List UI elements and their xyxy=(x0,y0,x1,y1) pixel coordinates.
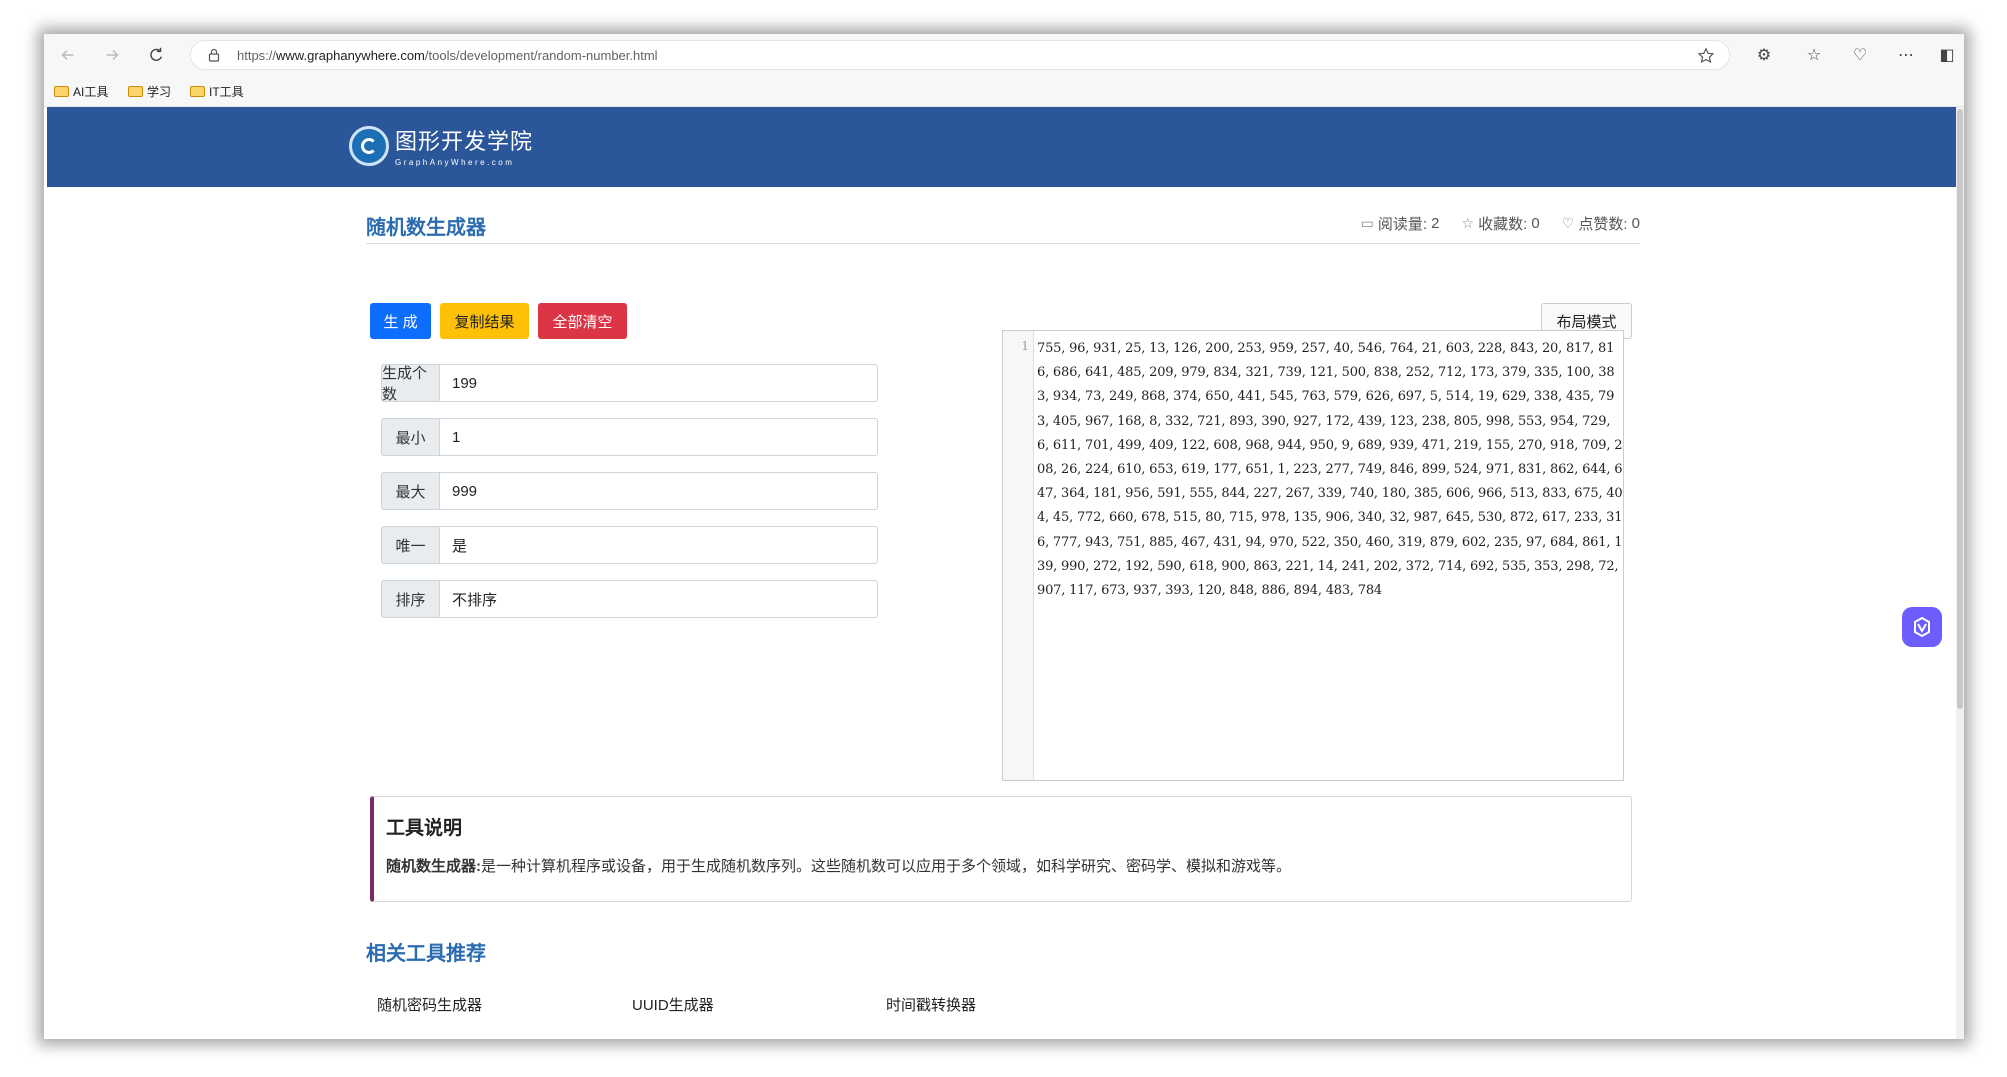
field-label: 排序 xyxy=(381,580,439,618)
field-label: 最小 xyxy=(381,418,439,456)
reload-button[interactable] xyxy=(142,42,170,68)
book-icon: ▭ xyxy=(1360,215,1374,231)
favorites-stat[interactable]: ☆ 收藏数: 0 xyxy=(1462,213,1540,234)
count-input[interactable]: 199 xyxy=(439,364,878,402)
page-stats: ▭ 阅读量: 2 ☆ 收藏数: 0 ♡ 点赞数: 0 xyxy=(1339,213,1640,234)
favorite-star-icon[interactable] xyxy=(1697,47,1715,65)
line-number: 1 xyxy=(1021,339,1029,353)
page-content: 图形开发学院 GraphAnyWhere.com 随机数生成器 ▭ 阅读量: 2 … xyxy=(44,107,1964,1039)
browser-window: https://www.graphanywhere.com/tools/deve… xyxy=(44,34,1964,1039)
reads-stat: ▭ 阅读量: 2 xyxy=(1360,215,1440,233)
folder-icon xyxy=(54,86,69,97)
site-name: 图形开发学院 xyxy=(395,130,534,155)
back-arrow-icon xyxy=(61,49,74,61)
unique-select[interactable]: 是 xyxy=(439,526,878,564)
likes-stat[interactable]: ♡ 点赞数: 0 xyxy=(1562,213,1640,234)
more-menu-icon[interactable]: ⋯ xyxy=(1896,45,1916,65)
site-name-en: GraphAnyWhere.com xyxy=(395,158,515,167)
folder-icon xyxy=(128,86,143,97)
related-tool-link[interactable]: 随机密码生成器 xyxy=(377,994,482,1015)
heart-icon: ♡ xyxy=(1561,215,1575,231)
folder-icon xyxy=(190,86,205,97)
extensions-icon[interactable]: ⚙ xyxy=(1754,45,1774,65)
browser-toolbar: https://www.graphanywhere.com/tools/deve… xyxy=(44,34,1964,76)
related-tool-link[interactable]: 时间戳转换器 xyxy=(886,994,976,1015)
result-text[interactable]: 755, 96, 931, 25, 13, 126, 200, 253, 959… xyxy=(1037,337,1623,603)
sort-field: 排序 不排序 xyxy=(381,580,878,618)
description-heading: 工具说明 xyxy=(386,818,463,839)
editor-gutter: 1 xyxy=(1003,331,1034,780)
result-editor[interactable]: 1 755, 96, 931, 25, 13, 126, 200, 253, 9… xyxy=(1002,330,1624,781)
tool-description: 工具说明 随机数生成器:是一种计算机程序或设备，用于生成随机数序列。这些随机数可… xyxy=(370,796,1632,902)
site-header: 图形开发学院 GraphAnyWhere.com xyxy=(47,107,1956,187)
field-label: 生成个数 xyxy=(381,364,439,403)
bookmark-study[interactable]: 学习 xyxy=(128,83,171,100)
bookmarks-bar: AI工具 学习 IT工具 xyxy=(44,76,1964,107)
bookmark-it-tools[interactable]: IT工具 xyxy=(190,83,244,100)
address-bar[interactable]: https://www.graphanywhere.com/tools/deve… xyxy=(190,40,1730,70)
title-row: 随机数生成器 ▭ 阅读量: 2 ☆ 收藏数: 0 ♡ 点赞数: 0 xyxy=(366,207,1640,244)
page-title: 随机数生成器 xyxy=(366,217,486,239)
copy-result-button[interactable]: 复制结果 xyxy=(440,303,529,339)
scrollbar[interactable] xyxy=(1956,107,1964,1039)
min-field: 最小 1 xyxy=(381,418,878,456)
min-input[interactable]: 1 xyxy=(439,418,878,456)
reload-icon xyxy=(150,47,163,61)
sidebar-toggle-icon[interactable]: ◧ xyxy=(1937,45,1957,65)
star-icon: ☆ xyxy=(1461,215,1475,231)
bookmark-ai-tools[interactable]: AI工具 xyxy=(54,83,108,100)
related-tool-link[interactable]: UUID生成器 xyxy=(632,994,714,1015)
browser-essentials-icon[interactable]: ♡ xyxy=(1850,45,1870,65)
favorites-icon[interactable]: ☆ xyxy=(1804,45,1824,65)
max-field: 最大 999 xyxy=(381,472,878,510)
assistant-icon xyxy=(1914,616,1930,638)
sort-select[interactable]: 不排序 xyxy=(439,580,878,618)
field-label: 唯一 xyxy=(381,526,439,564)
related-tools-title: 相关工具推荐 xyxy=(366,943,486,965)
clear-all-button[interactable]: 全部清空 xyxy=(538,303,627,339)
ai-assistant-button[interactable] xyxy=(1902,607,1942,647)
unique-field: 唯一 是 xyxy=(381,526,878,564)
count-field: 生成个数 199 xyxy=(381,364,878,403)
max-input[interactable]: 999 xyxy=(439,472,878,510)
generate-button[interactable]: 生 成 xyxy=(370,303,431,339)
url-text: https://www.graphanywhere.com/tools/deve… xyxy=(237,48,658,63)
lock-icon xyxy=(208,48,220,62)
scrollbar-thumb[interactable] xyxy=(1957,109,1963,709)
forward-arrow-icon xyxy=(106,49,119,61)
logo-icon xyxy=(349,125,389,166)
description-text: 随机数生成器:是一种计算机程序或设备，用于生成随机数序列。这些随机数可以应用于多… xyxy=(386,858,1292,875)
site-logo[interactable]: 图形开发学院 GraphAnyWhere.com xyxy=(349,124,533,167)
back-button[interactable] xyxy=(54,42,82,68)
field-label: 最大 xyxy=(381,472,439,510)
forward-button[interactable] xyxy=(98,42,126,68)
